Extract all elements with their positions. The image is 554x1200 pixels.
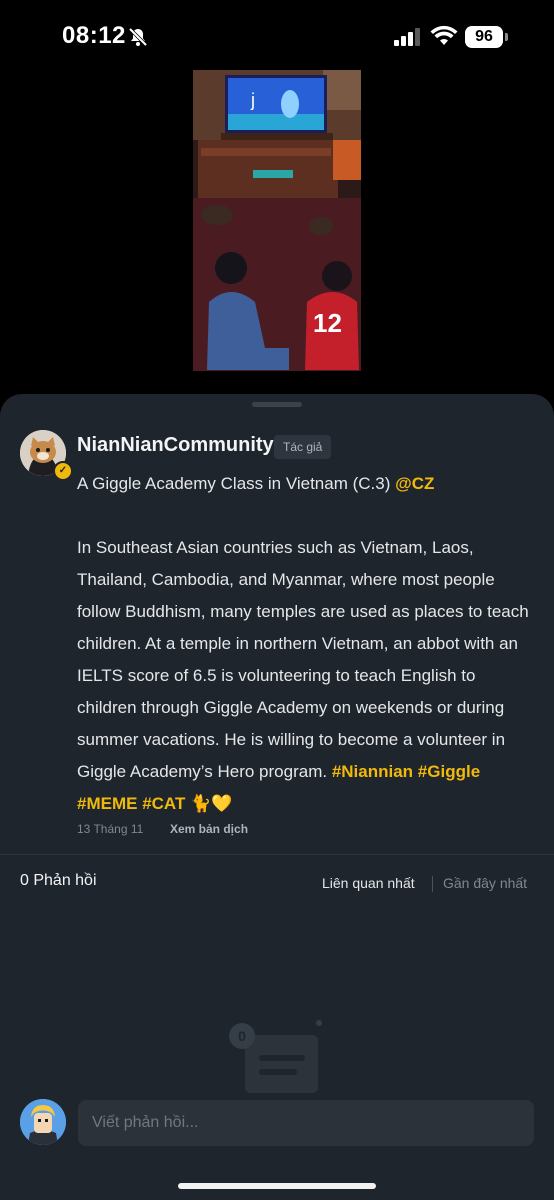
post-body: In Southeast Asian countries such as Vie… [77,532,539,820]
svg-text:12: 12 [313,308,342,338]
post-meta: 13 Tháng 11 Xem bản dịch [77,822,248,836]
post-title-text: A Giggle Academy Class in Vietnam (C.3) [77,474,391,493]
post-detail-sheet: ✓ NianNianCommunity Tác giả A Giggle Aca… [0,394,554,1200]
post-title: A Giggle Academy Class in Vietnam (C.3) … [77,468,539,500]
sort-recent-tab[interactable]: Gần đây nhất [443,875,527,891]
replies-count: 0 Phản hồi [20,872,97,889]
wifi-icon [430,25,458,45]
post-content: A Giggle Academy Class in Vietnam (C.3) … [77,468,539,820]
user-avatar-icon [20,1099,66,1145]
hashtag-link[interactable]: #Niannian [332,762,413,781]
post-video[interactable]: j 12 [193,70,361,371]
sheet-handle[interactable] [252,402,302,407]
post-body-text: In Southeast Asian countries such as Vie… [77,538,529,781]
hashtag-link[interactable]: #MEME [77,794,137,813]
home-indicator[interactable] [178,1183,376,1189]
hashtag-link[interactable]: #Giggle [418,762,480,781]
svg-text:j: j [250,90,255,110]
verified-badge-icon: ✓ [53,461,73,481]
status-bar: 08:12 96 [0,0,554,72]
empty-comments-icon: 0 [229,1020,322,1093]
author-badge: Tác giả [274,435,332,459]
sort-divider [432,876,433,892]
divider [0,854,554,855]
video-frame: j 12 [193,70,361,371]
sort-relevant-tab[interactable]: Liên quan nhất [322,875,415,891]
status-time: 08:12 [62,22,126,49]
user-avatar[interactable] [20,1099,66,1145]
hashtag-link[interactable]: #CAT [142,794,185,813]
bell-slash-icon [128,27,148,47]
empty-count: 0 [238,1028,246,1044]
reply-input[interactable] [78,1100,534,1146]
signal-icon [394,28,420,46]
emoji: 🐈💛 [190,794,233,813]
mention-link[interactable]: @CZ [395,474,434,493]
post-date: 13 Tháng 11 [77,822,144,836]
author-username[interactable]: NianNianCommunity [77,434,274,457]
translate-button[interactable]: Xem bản dịch [170,822,248,836]
battery-indicator: 96 [465,26,508,48]
